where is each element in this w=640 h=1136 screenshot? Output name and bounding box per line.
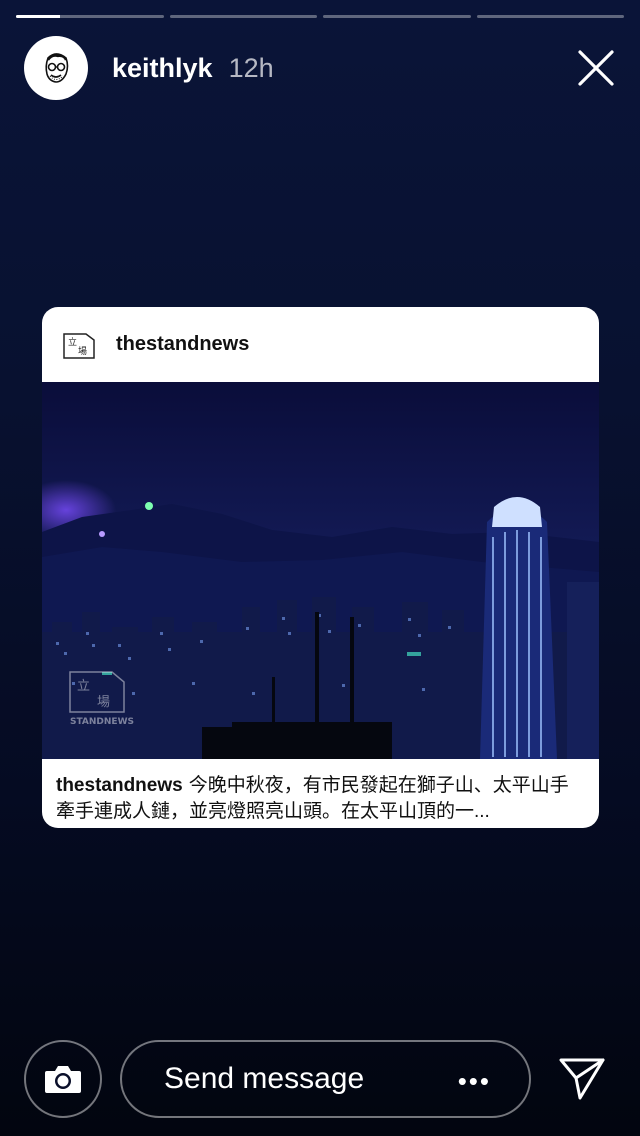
- svg-text:立: 立: [68, 336, 77, 348]
- post-header[interactable]: 立 場 thestandnews: [42, 307, 599, 382]
- svg-text:場: 場: [78, 345, 87, 357]
- story-time: 12h: [228, 52, 274, 83]
- face-sketch-icon: [45, 53, 69, 83]
- story-username[interactable]: keithlyk: [112, 53, 213, 84]
- story-progress-bar: [16, 15, 624, 19]
- camera-button[interactable]: [24, 1040, 102, 1118]
- camera-icon: [45, 1066, 81, 1093]
- more-dots-icon[interactable]: •••: [458, 1066, 491, 1097]
- send-message-input[interactable]: Send message •••: [120, 1040, 531, 1118]
- progress-segment: [476, 15, 624, 18]
- progress-segment: [323, 15, 471, 18]
- progress-segment: [16, 15, 164, 18]
- message-placeholder: Send message: [164, 1062, 365, 1095]
- close-icon[interactable]: [576, 48, 616, 88]
- svg-text:場: 場: [97, 695, 110, 710]
- reply-bar: Send message •••: [0, 1040, 640, 1120]
- post-username[interactable]: thestandnews: [116, 333, 249, 356]
- svg-text:立: 立: [77, 679, 90, 694]
- stand-news-logo-icon: 立 場: [63, 332, 95, 361]
- watermark-text: STANDNEWS: [70, 717, 134, 727]
- caption-username: thestandnews: [56, 775, 183, 796]
- story-header: keithlyk 12h: [24, 36, 616, 100]
- shared-post-card[interactable]: 立 場 thestandnews 立 場 STANDNEWS thestandn…: [42, 307, 599, 828]
- night-city-photo: 立 場 STANDNEWS: [42, 382, 599, 759]
- post-caption: thestandnews 今晚中秋夜，有市民發起在獅子山、太平山手牽手連成人鏈，並…: [42, 759, 599, 828]
- progress-fill: [16, 15, 61, 18]
- avatar[interactable]: [24, 36, 88, 100]
- progress-segment: [169, 15, 317, 18]
- send-icon[interactable]: [558, 1056, 606, 1102]
